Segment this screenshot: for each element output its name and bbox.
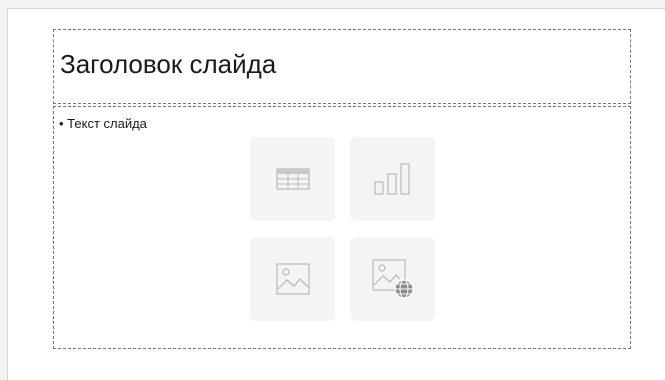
- editor-canvas: Заголовок слайда • Текст слайда: [0, 0, 665, 380]
- image-icon: [275, 263, 310, 295]
- online-image-icon: [371, 259, 414, 299]
- chart-icon: [373, 162, 413, 196]
- insert-chart-button[interactable]: [350, 137, 435, 221]
- insert-image-button[interactable]: [250, 237, 335, 321]
- body-placeholder-text: • Текст слайда: [59, 116, 147, 131]
- insert-online-image-button[interactable]: [350, 237, 435, 321]
- table-icon: [275, 168, 310, 190]
- title-placeholder-text: Заголовок слайда: [60, 49, 277, 79]
- title-placeholder[interactable]: Заголовок слайда: [53, 29, 631, 104]
- slide[interactable]: Заголовок слайда • Текст слайда: [7, 8, 665, 380]
- insert-table-button[interactable]: [250, 137, 335, 221]
- body-placeholder[interactable]: • Текст слайда: [53, 106, 631, 349]
